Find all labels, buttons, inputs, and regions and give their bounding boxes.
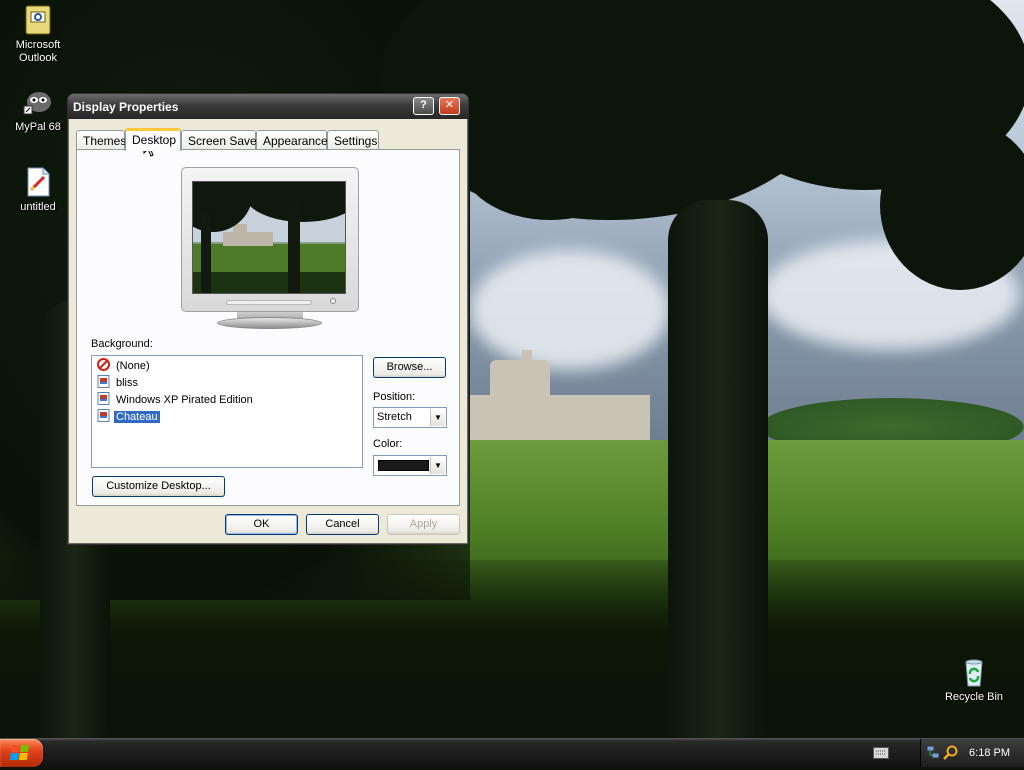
desktop-icon-recycle-bin[interactable]: Recycle Bin bbox=[936, 656, 1012, 704]
desktop-icon-outlook[interactable]: Microsoft Outlook bbox=[0, 4, 76, 65]
close-button[interactable]: ✕ bbox=[439, 97, 460, 115]
position-value: Stretch bbox=[377, 411, 412, 423]
keyboard-icon[interactable] bbox=[873, 747, 889, 762]
position-select[interactable]: Stretch ▼ bbox=[373, 407, 447, 428]
image-file-icon bbox=[97, 409, 110, 422]
desktop-icon-label: untitled bbox=[20, 201, 56, 213]
none-icon bbox=[97, 358, 110, 371]
image-file-icon bbox=[97, 375, 110, 388]
cancel-button[interactable]: Cancel bbox=[306, 514, 379, 535]
power-led-icon bbox=[330, 298, 336, 304]
background-label: Background: bbox=[91, 338, 153, 350]
paint-file-icon bbox=[22, 166, 54, 198]
desktop-icon-untitled[interactable]: untitled bbox=[0, 166, 76, 214]
title-bar[interactable]: Display Properties ? ✕ bbox=[68, 94, 468, 119]
recycle-bin-icon bbox=[958, 656, 990, 688]
desktop-icon-label: Recycle Bin bbox=[944, 691, 1004, 703]
start-button[interactable] bbox=[0, 739, 43, 767]
desktop-icon-mypal[interactable]: MyPal 68 bbox=[0, 86, 76, 134]
chevron-down-icon[interactable]: ▼ bbox=[430, 457, 445, 474]
apply-button: Apply bbox=[387, 514, 460, 535]
search-icon[interactable] bbox=[943, 744, 959, 763]
wallpaper-preview bbox=[192, 181, 346, 294]
desktop-tab-panel: Background: (None) bliss Windows XP Pira… bbox=[76, 149, 460, 506]
position-label: Position: bbox=[373, 391, 416, 403]
taskbar: 6:18 PM bbox=[0, 738, 1024, 768]
tab-settings[interactable]: Settings bbox=[327, 130, 379, 150]
tab-screen-saver[interactable]: Screen Saver bbox=[181, 130, 261, 150]
color-picker[interactable]: ▼ bbox=[373, 455, 447, 476]
monitor-base bbox=[217, 317, 322, 329]
display-properties-window: Display Properties ? ✕ Themes Desktop Sc… bbox=[67, 93, 469, 545]
customize-desktop-button[interactable]: Customize Desktop... bbox=[92, 476, 225, 497]
monitor-slot bbox=[226, 300, 312, 305]
list-item-none[interactable]: (None) bbox=[97, 358, 152, 374]
tab-appearance[interactable]: Appearance bbox=[256, 130, 328, 150]
background-list[interactable]: (None) bliss Windows XP Pirated Edition … bbox=[91, 355, 363, 468]
list-item-bliss[interactable]: bliss bbox=[97, 375, 140, 391]
chevron-down-icon[interactable]: ▼ bbox=[430, 409, 445, 426]
clock[interactable]: 6:18 PM bbox=[969, 747, 1010, 759]
windows-logo-icon bbox=[9, 745, 29, 760]
network-icon[interactable] bbox=[926, 745, 940, 762]
list-item-chateau[interactable]: Chateau bbox=[97, 409, 161, 425]
help-button[interactable]: ? bbox=[413, 97, 434, 115]
system-tray: 6:18 PM bbox=[920, 739, 1024, 767]
color-swatch bbox=[378, 460, 429, 471]
desktop-icon-label: Microsoft Outlook bbox=[15, 39, 61, 64]
browse-button[interactable]: Browse... bbox=[373, 357, 446, 378]
image-file-icon bbox=[97, 392, 110, 405]
mypal-icon bbox=[22, 86, 54, 118]
tab-desktop[interactable]: Desktop bbox=[125, 128, 181, 151]
list-item-windows-xp-pirated[interactable]: Windows XP Pirated Edition bbox=[97, 392, 255, 408]
window-title: Display Properties bbox=[73, 100, 179, 114]
ok-button[interactable]: OK bbox=[225, 514, 298, 535]
desktop-icon-label: MyPal 68 bbox=[15, 121, 61, 133]
tab-themes[interactable]: Themes bbox=[76, 130, 126, 150]
outlook-icon bbox=[22, 4, 54, 36]
monitor-preview bbox=[181, 167, 359, 312]
color-label: Color: bbox=[373, 438, 403, 450]
